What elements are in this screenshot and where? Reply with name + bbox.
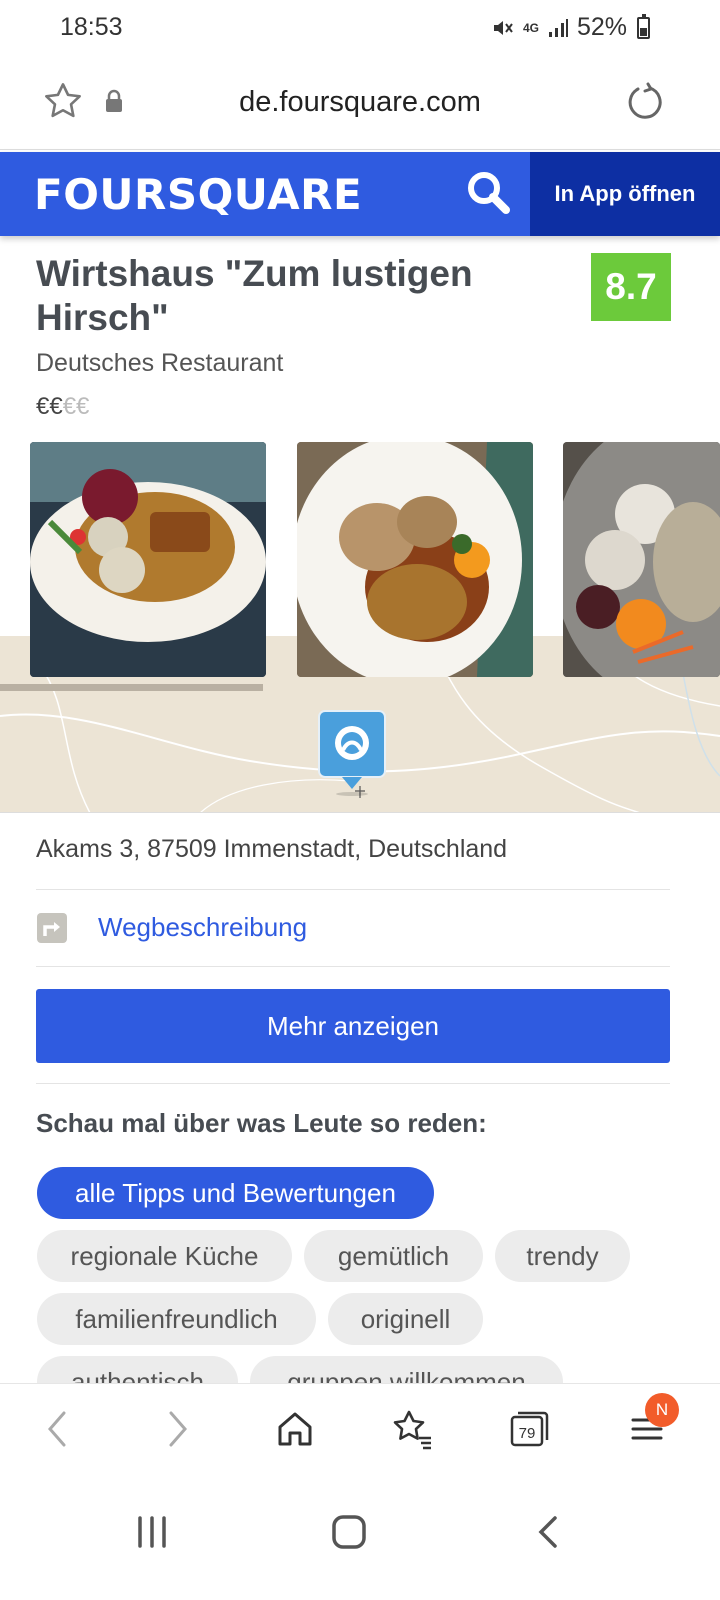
tag-original[interactable]: originell [328, 1293, 483, 1345]
photo-carousel[interactable] [0, 442, 720, 692]
search-icon[interactable] [466, 170, 512, 221]
mute-icon [491, 16, 515, 40]
divider [36, 889, 670, 890]
open-in-app-button[interactable]: In App öffnen [530, 152, 720, 236]
tag-all-tips[interactable]: alle Tipps und Bewertungen [37, 1167, 434, 1219]
signal-icon [547, 17, 569, 39]
directions-icon[interactable] [36, 912, 68, 949]
tips-heading: Schau mal über was Leute so reden: [36, 1108, 487, 1138]
status-time: 18:53 [60, 13, 123, 41]
recent-apps-icon[interactable] [122, 1502, 182, 1562]
tag-family[interactable]: familienfreundlich [37, 1293, 316, 1345]
tabs-icon[interactable]: 79 [505, 1404, 555, 1454]
reload-icon[interactable] [624, 82, 664, 127]
battery-icon [637, 13, 650, 39]
bookmarks-icon[interactable] [387, 1404, 437, 1454]
menu-notification-badge: N [645, 1393, 679, 1427]
tag-trendy[interactable]: trendy [495, 1230, 630, 1282]
home-icon[interactable] [270, 1404, 320, 1454]
carousel-scroll-indicator [0, 684, 263, 691]
url-bar: de.foursquare.com [0, 56, 720, 150]
home-nav-icon[interactable] [319, 1502, 379, 1562]
tag-regional[interactable]: regionale Küche [37, 1230, 292, 1282]
site-header: FOURSQUARE In App öffnen [0, 152, 720, 236]
tip-tags: alle Tipps und Bewertungen regionale Küc… [36, 1167, 696, 1383]
status-icons: 4G 52% [491, 13, 650, 42]
bookmark-star-icon[interactable] [42, 80, 84, 127]
divider [36, 1083, 670, 1084]
url-text[interactable]: de.foursquare.com [160, 86, 560, 119]
show-more-button[interactable]: Mehr anzeigen [36, 989, 670, 1063]
venue-name: Wirtshaus "Zum lustigen Hirsch" [36, 253, 473, 338]
back-nav-icon[interactable] [518, 1502, 578, 1562]
divider [36, 966, 670, 967]
food-photo[interactable] [297, 442, 533, 677]
lock-icon[interactable] [104, 89, 124, 118]
browser-toolbar: 79 [0, 1383, 720, 1475]
food-photo[interactable] [30, 442, 266, 677]
system-nav-bar [0, 1476, 720, 1600]
price-tier: €€€€ [36, 393, 89, 421]
price-inactive: €€ [62, 393, 90, 420]
battery-percent: 52% [576, 13, 627, 41]
directions-link[interactable]: Wegbeschreibung [98, 912, 307, 943]
rating-badge: 8.7 [591, 253, 671, 321]
back-icon[interactable] [32, 1404, 82, 1454]
forward-icon[interactable] [153, 1404, 203, 1454]
tag-groups[interactable]: gruppen willkommen [250, 1356, 563, 1383]
tag-cozy[interactable]: gemütlich [304, 1230, 483, 1282]
network-4g-icon: 4G [522, 20, 539, 35]
tag-authentic[interactable]: authentisch [37, 1356, 238, 1383]
tab-count: 79 [519, 1425, 536, 1442]
venue-category[interactable]: Deutsches Restaurant [36, 349, 283, 378]
price-active: €€ [36, 393, 63, 420]
food-photo[interactable] [563, 442, 720, 677]
venue-address: Akams 3, 87509 Immenstadt, Deutschland [36, 835, 508, 863]
foursquare-logo[interactable]: FOURSQUARE [34, 170, 362, 219]
status-bar: 18:53 4G 52% [0, 0, 720, 56]
